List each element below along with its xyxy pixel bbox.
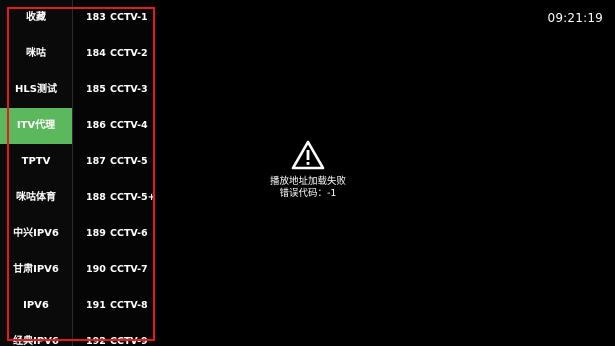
channel-item[interactable]: 187 CCTV-5 — [73, 144, 154, 180]
channel-name: CCTV-7 — [110, 264, 148, 275]
channel-number: 186 — [86, 120, 106, 131]
channel-number: 187 — [86, 156, 106, 167]
channel-item[interactable]: 189 CCTV-6 — [73, 216, 154, 252]
channel-name: CCTV-8 — [110, 300, 148, 311]
category-item-zte-ipv6[interactable]: 中兴IPV6 — [0, 216, 72, 252]
category-list: 收藏 咪咕 HLS测试 ITV代理 TPTV 咪咕体育 中兴IPV6 甘肃IPV… — [0, 0, 72, 346]
channel-number: 190 — [86, 264, 106, 275]
channel-number: 188 — [86, 192, 106, 203]
channel-number: 189 — [86, 228, 106, 239]
category-item-gansu-ipv6[interactable]: 甘肃IPV6 — [0, 252, 72, 288]
channel-item[interactable]: 191 CCTV-8 — [73, 288, 154, 324]
channel-number: 192 — [86, 336, 106, 346]
tv-player-screen: 收藏 咪咕 HLS测试 ITV代理 TPTV 咪咕体育 中兴IPV6 甘肃IPV… — [0, 0, 615, 346]
channel-name: CCTV-5 — [110, 156, 148, 167]
category-item-migu-sports[interactable]: 咪咕体育 — [0, 180, 72, 216]
channel-item[interactable]: 190 CCTV-7 — [73, 252, 154, 288]
channel-number: 191 — [86, 300, 106, 311]
channel-item[interactable]: 184 CCTV-2 — [73, 36, 154, 72]
channel-name: CCTV-2 — [110, 48, 148, 59]
category-item-tptv[interactable]: TPTV — [0, 144, 72, 180]
category-item-ipv6[interactable]: IPV6 — [0, 288, 72, 324]
clock: 09:21:19 — [547, 11, 603, 25]
category-item-classic-ipv6[interactable]: 经典IPV6 — [0, 324, 72, 346]
playback-error: 播放地址加载失败 错误代码：-1 — [228, 140, 388, 200]
category-item-migu[interactable]: 咪咕 — [0, 36, 72, 72]
channel-item[interactable]: 185 CCTV-3 — [73, 72, 154, 108]
channel-number: 185 — [86, 84, 106, 95]
channel-name: CCTV-6 — [110, 228, 148, 239]
channel-name: CCTV-3 — [110, 84, 148, 95]
channel-number: 184 — [86, 48, 106, 59]
error-message: 播放地址加载失败 — [269, 176, 346, 187]
channel-name: CCTV-4 — [110, 120, 148, 131]
category-item-favorites[interactable]: 收藏 — [0, 0, 72, 36]
channel-name: CCTV-5+ — [110, 192, 156, 203]
warning-triangle-icon — [291, 140, 325, 170]
channel-item[interactable]: 188 CCTV-5+ — [73, 180, 156, 216]
channel-name: CCTV-1 — [110, 12, 148, 23]
channel-number: 183 — [86, 12, 106, 23]
channel-item[interactable]: 186 CCTV-4 — [73, 108, 154, 144]
category-item-hls-test[interactable]: HLS测试 — [0, 72, 72, 108]
channel-name: CCTV-9 — [110, 336, 148, 346]
channel-item[interactable]: 183 CCTV-1 — [73, 0, 154, 36]
category-item-itv-proxy[interactable]: ITV代理 — [0, 108, 72, 144]
channel-list: 183 CCTV-1 184 CCTV-2 185 CCTV-3 186 CCT… — [73, 0, 156, 346]
channel-item[interactable]: 192 CCTV-9 — [73, 324, 154, 346]
error-code: 错误代码：-1 — [279, 188, 337, 199]
